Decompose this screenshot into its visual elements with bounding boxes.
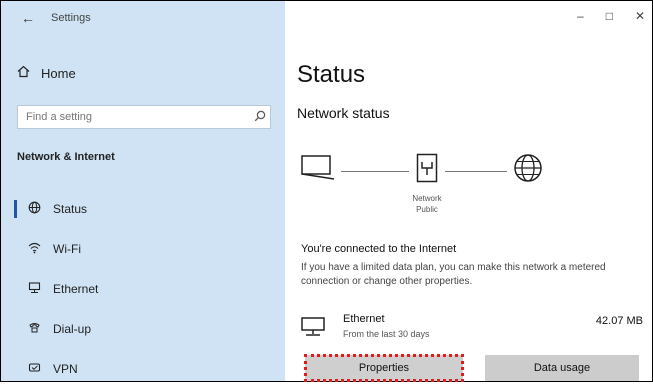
maximize-button[interactable]: □: [606, 9, 613, 23]
home-icon: [17, 65, 33, 81]
search-input[interactable]: Find a setting: [18, 111, 250, 123]
search-icon[interactable]: [250, 110, 270, 125]
sidebar-item-status[interactable]: Status: [1, 189, 285, 229]
app-title: Settings: [51, 12, 91, 24]
search-box[interactable]: Find a setting: [17, 105, 271, 129]
dial-up-icon: [27, 321, 41, 337]
sidebar-nav: Status Wi-Fi Ethernet Dial-up VPN: [1, 189, 285, 389]
router-icon: [416, 153, 438, 183]
pc-icon: [301, 155, 335, 181]
sidebar-item-label: Dial-up: [53, 322, 92, 336]
page-title: Status: [297, 61, 366, 88]
ethernet-icon: [27, 281, 41, 297]
sidebar-item-ethernet[interactable]: Ethernet: [1, 269, 285, 309]
connection-status-description: If you have a limited data plan, you can…: [301, 262, 606, 287]
sidebar: ← Settings Home Find a setting Network &…: [1, 1, 285, 381]
back-arrow-icon[interactable]: ←: [21, 10, 39, 26]
globe-icon: [27, 201, 41, 217]
home-nav-item[interactable]: Home: [17, 65, 76, 81]
network-name: Network: [412, 194, 442, 203]
wifi-icon: [27, 241, 41, 257]
main-content: – □ ✕ Status Network status Network Publ…: [285, 1, 651, 382]
sidebar-item-dial-up[interactable]: Dial-up: [1, 309, 285, 349]
globe-icon: [513, 153, 543, 183]
properties-button[interactable]: Properties: [304, 354, 464, 382]
network-label: Network Public: [401, 193, 453, 215]
data-usage-value: 42.07 MB: [595, 315, 643, 327]
sidebar-item-label: VPN: [53, 362, 78, 376]
connection-detail: From the last 30 days: [343, 329, 430, 339]
sidebar-item-label: Ethernet: [53, 282, 99, 296]
connection-name: Ethernet: [343, 313, 385, 325]
minimize-button[interactable]: –: [577, 9, 584, 23]
button-row: Properties Data usage: [301, 354, 651, 382]
ethernet-icon: [301, 317, 327, 336]
home-label: Home: [41, 65, 76, 81]
connection-row: Ethernet From the last 30 days 42.07 MB: [301, 311, 645, 345]
sidebar-item-wifi[interactable]: Wi-Fi: [1, 229, 285, 269]
data-usage-button[interactable]: Data usage: [485, 355, 639, 381]
section-heading: Network status: [297, 105, 390, 121]
sidebar-item-label: Status: [53, 202, 88, 216]
network-type: Public: [416, 205, 438, 214]
window-controls: – □ ✕: [577, 9, 645, 23]
sidebar-item-vpn[interactable]: VPN: [1, 349, 285, 389]
section-title: Network & Internet: [17, 151, 115, 163]
titlebar: ← Settings: [1, 1, 285, 35]
network-status-diagram: Network Public: [301, 149, 621, 233]
sidebar-item-label: Wi-Fi: [53, 242, 81, 256]
connector-line: [445, 171, 507, 172]
close-button[interactable]: ✕: [635, 9, 645, 23]
connection-status-heading: You're connected to the Internet: [301, 243, 457, 255]
connector-line: [341, 171, 409, 172]
vpn-icon: [27, 361, 41, 377]
